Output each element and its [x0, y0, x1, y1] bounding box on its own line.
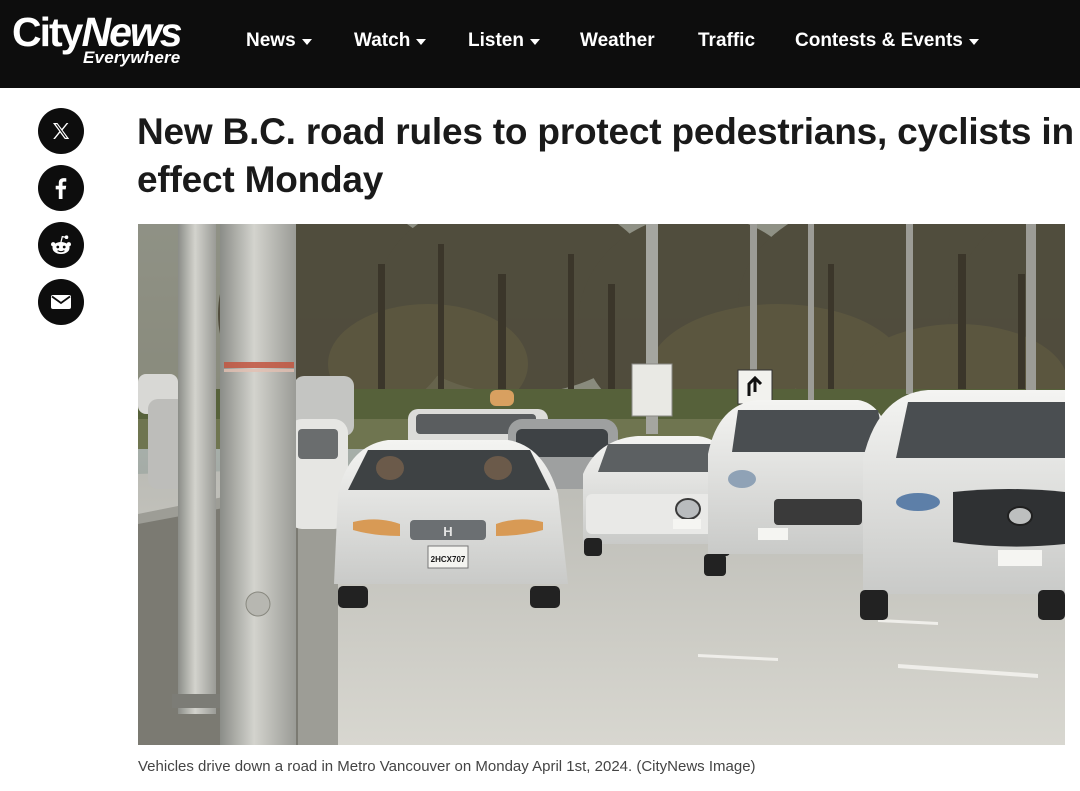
nav-item-news[interactable]: News	[246, 28, 312, 54]
facebook-icon	[55, 178, 67, 199]
citynews-logo[interactable]: CityNews Everywhere	[12, 10, 212, 72]
nav-item-traffic[interactable]: Traffic	[698, 28, 755, 54]
share-x-button[interactable]	[38, 108, 84, 154]
reddit-icon	[51, 235, 71, 254]
image-caption: Vehicles drive down a road in Metro Vanc…	[138, 758, 756, 775]
nav-item-watch[interactable]: Watch	[354, 28, 427, 54]
nav-label: News	[246, 30, 296, 51]
caret-down-icon	[968, 39, 979, 45]
nav-item-contests-events[interactable]: Contests & Events	[795, 28, 979, 54]
honda-license-plate: 2HCX707	[431, 555, 466, 564]
nav-label: Contests & Events	[795, 30, 963, 51]
svg-text:H: H	[443, 524, 452, 539]
article-hero-image: H 2HCX707	[138, 224, 1065, 745]
nav-item-listen[interactable]: Listen	[468, 28, 540, 54]
share-reddit-button[interactable]	[38, 222, 84, 268]
logo-city: City	[12, 9, 83, 55]
nav-label: Watch	[354, 30, 411, 51]
caret-down-icon	[416, 39, 427, 45]
top-navigation-bar: CityNews Everywhere News Watch Listen We…	[0, 0, 1080, 88]
caret-down-icon	[301, 39, 312, 45]
article-headline: New B.C. road rules to protect pedestria…	[137, 111, 1074, 200]
email-icon	[51, 295, 71, 309]
nav-label: Listen	[468, 30, 524, 51]
share-facebook-button[interactable]	[38, 165, 84, 211]
nav-label: Weather	[580, 30, 655, 51]
logo-tagline: Everywhere	[83, 48, 181, 67]
traffic-photo: H 2HCX707	[138, 224, 1065, 745]
caret-down-icon	[529, 39, 540, 45]
share-email-button[interactable]	[38, 279, 84, 325]
nav-label: Traffic	[698, 30, 756, 51]
x-icon	[53, 123, 70, 139]
nav-item-weather[interactable]: Weather	[580, 28, 655, 54]
